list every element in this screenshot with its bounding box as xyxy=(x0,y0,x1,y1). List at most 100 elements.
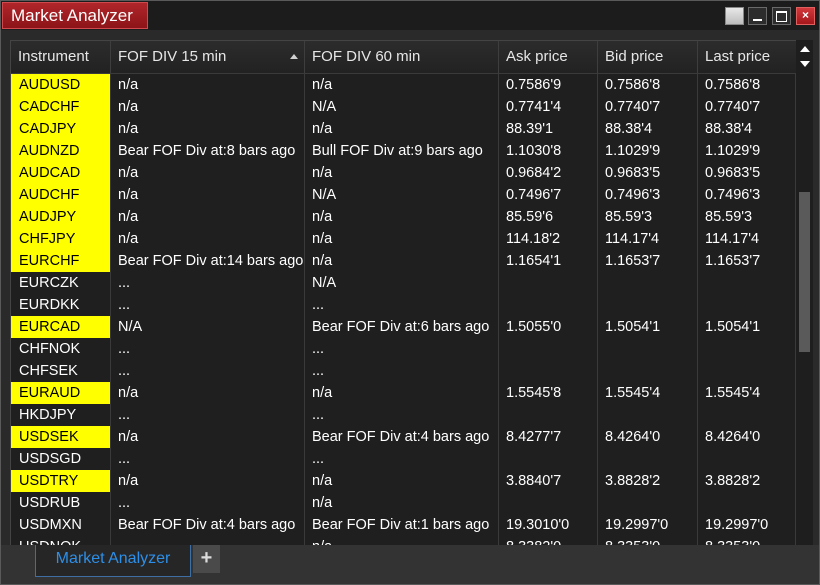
cell-fof-div-60[interactable]: n/a xyxy=(305,162,499,184)
cell-ask-price[interactable]: 3.8840'7 xyxy=(499,470,598,492)
cell-bid-price[interactable]: 0.7586'8 xyxy=(598,74,698,96)
scroll-up-icon[interactable] xyxy=(800,46,810,52)
cell-fof-div-60[interactable]: n/a xyxy=(305,206,499,228)
column-header-instrument[interactable]: Instrument xyxy=(11,41,111,73)
cell-bid-price[interactable] xyxy=(598,448,698,470)
cell-bid-price[interactable]: 19.2997'0 xyxy=(598,514,698,536)
cell-instrument[interactable]: USDTRY xyxy=(11,470,111,492)
cell-fof-div-15[interactable]: n/a xyxy=(111,228,305,250)
cell-fof-div-15[interactable]: Bear FOF Div at:14 bars ago xyxy=(111,250,305,272)
cell-bid-price[interactable]: 114.17'4 xyxy=(598,228,698,250)
cell-bid-price[interactable] xyxy=(598,404,698,426)
cell-instrument[interactable]: AUDCHF xyxy=(11,184,111,206)
table-row[interactable]: AUDCHF n/a N/A 0.7496'7 0.7496'3 0.7496'3 xyxy=(11,184,796,206)
cell-ask-price[interactable]: 0.7496'7 xyxy=(499,184,598,206)
cell-last-price[interactable] xyxy=(698,492,796,514)
table-row[interactable]: AUDCAD n/a n/a 0.9684'2 0.9683'5 0.9683'5 xyxy=(11,162,796,184)
minimize-button[interactable] xyxy=(748,7,767,25)
table-row[interactable]: HKDJPY...... xyxy=(11,404,796,426)
table-row[interactable]: CHFJPY n/a n/a 114.18'2 114.17'4 114.17'4 xyxy=(11,228,796,250)
cell-ask-price[interactable]: 19.3010'0 xyxy=(499,514,598,536)
cell-last-price[interactable]: 0.7496'3 xyxy=(698,184,796,206)
cell-last-price[interactable] xyxy=(698,272,796,294)
cell-bid-price[interactable] xyxy=(598,492,698,514)
column-header-ask-price[interactable]: Ask price xyxy=(499,41,598,73)
cell-instrument[interactable]: CADJPY xyxy=(11,118,111,140)
cell-ask-price[interactable]: 0.9684'2 xyxy=(499,162,598,184)
cell-fof-div-60[interactable]: Bear FOF Div at:6 bars ago xyxy=(305,316,499,338)
cell-bid-price[interactable]: 0.7740'7 xyxy=(598,96,698,118)
cell-instrument[interactable]: USDSEK xyxy=(11,426,111,448)
table-row[interactable]: EURCAD N/A Bear FOF Div at:6 bars ago 1.505… xyxy=(11,316,796,338)
table-row[interactable]: USDSEK n/a Bear FOF Div at:4 bars ago 8.427… xyxy=(11,426,796,448)
cell-last-price[interactable]: 85.59'3 xyxy=(698,206,796,228)
table-row[interactable]: USDRUB... n/a xyxy=(11,492,796,514)
cell-instrument[interactable]: CHFNOK xyxy=(11,338,111,360)
table-row[interactable]: EURCHF Bear FOF Div at:14 bars ago n/a 1.16… xyxy=(11,250,796,272)
cell-fof-div-15[interactable]: ... xyxy=(111,360,305,382)
cell-ask-price[interactable]: 0.7741'4 xyxy=(499,96,598,118)
cell-bid-price[interactable]: 0.7496'3 xyxy=(598,184,698,206)
cell-ask-price[interactable] xyxy=(499,338,598,360)
cell-fof-div-15[interactable]: ... xyxy=(111,272,305,294)
cell-instrument[interactable]: AUDNZD xyxy=(11,140,111,162)
cell-fof-div-60[interactable]: n/a xyxy=(305,118,499,140)
cell-instrument[interactable]: USDSGD xyxy=(11,448,111,470)
scroll-down-icon[interactable] xyxy=(800,61,810,67)
cell-fof-div-60[interactable]: ... xyxy=(305,338,499,360)
cell-ask-price[interactable]: 85.59'6 xyxy=(499,206,598,228)
cell-instrument[interactable]: EURCHF xyxy=(11,250,111,272)
table-row[interactable]: CADJPY n/a n/a 88.39'1 88.38'4 88.38'4 xyxy=(11,118,796,140)
cell-ask-price[interactable]: 1.1030'8 xyxy=(499,140,598,162)
cell-fof-div-15[interactable]: n/a xyxy=(111,118,305,140)
cell-instrument[interactable]: AUDJPY xyxy=(11,206,111,228)
cell-instrument[interactable]: USDMXN xyxy=(11,514,111,536)
cell-last-price[interactable]: 114.17'4 xyxy=(698,228,796,250)
cell-bid-price[interactable] xyxy=(598,294,698,316)
cell-instrument[interactable]: EURDKK xyxy=(11,294,111,316)
cell-fof-div-15[interactable]: n/a xyxy=(111,470,305,492)
cell-bid-price[interactable] xyxy=(598,338,698,360)
cell-last-price[interactable]: 1.5054'1 xyxy=(698,316,796,338)
cell-fof-div-60[interactable]: Bull FOF Div at:9 bars ago xyxy=(305,140,499,162)
cell-bid-price[interactable]: 1.1653'7 xyxy=(598,250,698,272)
cell-last-price[interactable]: 1.1653'7 xyxy=(698,250,796,272)
cell-instrument[interactable]: EURCAD xyxy=(11,316,111,338)
cell-last-price[interactable] xyxy=(698,294,796,316)
cell-bid-price[interactable] xyxy=(598,360,698,382)
table-row[interactable]: EURAUD n/a n/a 1.5545'8 1.5545'4 1.5545'4 xyxy=(11,382,796,404)
cell-fof-div-15[interactable]: N/A xyxy=(111,316,305,338)
vertical-scrollbar[interactable] xyxy=(796,40,813,545)
cell-fof-div-60[interactable]: N/A xyxy=(305,272,499,294)
cell-ask-price[interactable] xyxy=(499,294,598,316)
cell-fof-div-60[interactable]: n/a xyxy=(305,492,499,514)
cell-last-price[interactable]: 1.1029'9 xyxy=(698,140,796,162)
cell-instrument[interactable]: AUDCAD xyxy=(11,162,111,184)
column-header-bid-price[interactable]: Bid price xyxy=(598,41,698,73)
cell-fof-div-60[interactable]: n/a xyxy=(305,74,499,96)
cell-fof-div-60[interactable]: Bear FOF Div at:1 bars ago xyxy=(305,514,499,536)
cell-fof-div-15[interactable]: Bear FOF Div at:8 bars ago xyxy=(111,140,305,162)
cell-ask-price[interactable]: 88.39'1 xyxy=(499,118,598,140)
cell-last-price[interactable]: 88.38'4 xyxy=(698,118,796,140)
cell-fof-div-60[interactable]: n/a xyxy=(305,382,499,404)
cell-ask-price[interactable] xyxy=(499,492,598,514)
cell-fof-div-60[interactable]: n/a xyxy=(305,228,499,250)
cell-bid-price[interactable]: 1.1029'9 xyxy=(598,140,698,162)
cell-fof-div-60[interactable]: N/A xyxy=(305,96,499,118)
cell-fof-div-15[interactable]: Bear FOF Div at:4 bars ago xyxy=(111,514,305,536)
cell-ask-price[interactable] xyxy=(499,272,598,294)
title-bar[interactable]: Market Analyzer × xyxy=(1,1,819,30)
cell-fof-div-15[interactable]: n/a xyxy=(111,184,305,206)
table-row[interactable]: AUDJPY n/a n/a 85.59'6 85.59'3 85.59'3 xyxy=(11,206,796,228)
cell-last-price[interactable] xyxy=(698,360,796,382)
cell-ask-price[interactable]: 1.5055'0 xyxy=(499,316,598,338)
add-tab-button[interactable]: + xyxy=(193,545,220,573)
cell-last-price[interactable] xyxy=(698,404,796,426)
cell-bid-price[interactable]: 0.9683'5 xyxy=(598,162,698,184)
cell-fof-div-15[interactable]: n/a xyxy=(111,206,305,228)
restore-button[interactable] xyxy=(725,7,744,25)
cell-instrument[interactable]: CHFJPY xyxy=(11,228,111,250)
cell-fof-div-15[interactable]: n/a xyxy=(111,74,305,96)
cell-last-price[interactable]: 3.8828'2 xyxy=(698,470,796,492)
